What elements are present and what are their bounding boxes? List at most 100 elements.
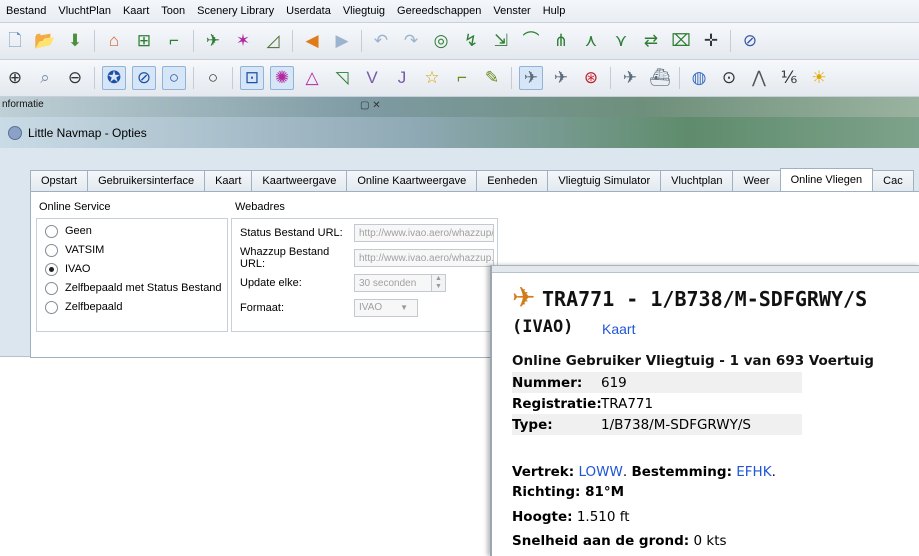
open-file-icon[interactable]: 📂 [33, 29, 57, 53]
flight-route-icon[interactable]: ↯ [459, 29, 483, 53]
search-globe-icon[interactable]: ◎ [429, 29, 453, 53]
mountain-icon[interactable]: ⋀ [747, 66, 771, 90]
compass-icon[interactable]: ⊛ [579, 66, 603, 90]
globe-icon[interactable]: ◍ [687, 66, 711, 90]
crosshair-icon[interactable]: ✛ [699, 29, 723, 53]
airport-soft-icon[interactable]: ⊘ [132, 66, 156, 90]
tab-online-vliegen[interactable]: Online Vliegen [779, 168, 874, 191]
options-dialog-title: Little Navmap - Opties [28, 126, 147, 140]
victor-airway-icon[interactable]: V [360, 66, 384, 90]
route-icon[interactable]: ⌐ [162, 29, 186, 53]
format-combobox[interactable]: IVAO ▼ [354, 299, 418, 317]
tab-weer[interactable]: Weer [732, 170, 781, 191]
radio-zelfbepaald-status[interactable]: Zelfbepaald met Status Bestand [45, 280, 222, 296]
airport-icon[interactable]: ✈ [201, 29, 225, 53]
whazzup-url-input[interactable]: http://www.ivao.aero/whazzup.txt [354, 249, 494, 267]
ndb-icon[interactable]: ✺ [270, 66, 294, 90]
tab-vliegtuig-simulator[interactable]: Vliegtuig Simulator [547, 170, 662, 191]
scale-icon[interactable]: ⅙ [777, 66, 801, 90]
route-calc-icon[interactable]: ⋔ [549, 29, 573, 53]
waypoint-icon[interactable]: △ [300, 66, 324, 90]
center-icon[interactable]: ⊙ [717, 66, 741, 90]
route-clear-icon[interactable]: ⌧ [669, 29, 693, 53]
radio-zelfbepaald[interactable]: Zelfbepaald [45, 299, 123, 315]
aircraft-network: (IVAO) [512, 317, 574, 337]
save-icon[interactable]: ⬇ [63, 29, 87, 53]
zoom-out-icon[interactable]: ⊖ [63, 66, 87, 90]
tab-eenheden[interactable]: Eenheden [476, 170, 549, 191]
route-leg-icon[interactable]: ⌒ [519, 29, 543, 53]
new-file-icon[interactable]: 🗋 [3, 29, 27, 53]
map-link[interactable]: Kaart [602, 321, 635, 337]
radio-button-selected[interactable] [45, 262, 58, 276]
radio-ivao[interactable]: IVAO [45, 261, 90, 277]
route-reverse-icon[interactable]: ⇄ [639, 29, 663, 53]
zoom-in-icon[interactable]: ⊕ [3, 66, 27, 90]
ai-aircraft-icon[interactable]: ✈ [618, 66, 642, 90]
airport-empty-icon[interactable]: ○ [162, 66, 186, 90]
airport-addon-icon[interactable]: ○ [201, 66, 225, 90]
jet-airway-icon[interactable]: J [390, 66, 414, 90]
route-edit-icon[interactable]: ⇲ [489, 29, 513, 53]
update-interval-spinbox[interactable]: 30 seconden [354, 274, 432, 292]
tab-online-kaartweergave[interactable]: Online Kaartweergave [346, 170, 478, 191]
back-icon[interactable]: ◀ [300, 29, 324, 53]
menu-vluchtplan[interactable]: VluchtPlan [52, 5, 117, 17]
aircraft-info-popup: ✈ TRA771 - 1/B738/M-SDFGRWY/S (IVAO) Kaa… [490, 265, 919, 556]
home-icon[interactable]: ⌂ [102, 29, 126, 53]
sun-icon[interactable]: ☀ [807, 66, 831, 90]
forward-icon[interactable]: ▶ [330, 29, 354, 53]
ils-icon[interactable]: ◹ [330, 66, 354, 90]
menu-bestand[interactable]: Bestand [0, 5, 52, 17]
aircraft-title: TRA771 - 1/B738/M-SDFGRWY/S [542, 287, 868, 311]
flightplan-icon[interactable]: ⌐ [450, 66, 474, 90]
heading-label: Richting: [512, 483, 581, 500]
zoom-search-icon[interactable]: ⌕ [33, 66, 57, 90]
radio-geen[interactable]: Geen [45, 223, 92, 239]
menu-venster[interactable]: Venster [487, 5, 536, 17]
menu-userdata[interactable]: Userdata [280, 5, 337, 17]
pencil-icon[interactable]: ✎ [480, 66, 504, 90]
heading-value: 81°M [585, 483, 625, 500]
tab-kaart[interactable]: Kaart [204, 170, 253, 191]
route-low-icon[interactable]: ⋎ [609, 29, 633, 53]
spin-arrows-icon[interactable]: ▲ ▼ [432, 274, 446, 292]
vor-icon[interactable]: ⊡ [240, 66, 264, 90]
menu-hulp[interactable]: Hulp [537, 5, 572, 17]
tab-cache[interactable]: Cac [872, 170, 914, 191]
radio-button[interactable] [45, 300, 58, 314]
no-route-icon[interactable]: ⊘ [738, 29, 762, 53]
radio-vatsim[interactable]: VATSIM [45, 242, 104, 258]
menu-gereedschappen[interactable]: Gereedschappen [391, 5, 487, 17]
menu-scenery-library[interactable]: Scenery Library [191, 5, 280, 17]
tab-kaartweergave[interactable]: Kaartweergave [251, 170, 348, 191]
radio-button[interactable] [45, 243, 58, 257]
favorite-star-icon[interactable]: ☆ [420, 66, 444, 90]
status-url-input[interactable]: http://www.ivao.aero/whazzup/status.txt [354, 224, 494, 242]
altitude-value: 1.510 ft [576, 508, 630, 525]
destination-link[interactable]: EFHK [736, 464, 771, 480]
redo-icon[interactable]: ↷ [399, 29, 423, 53]
add-waypoint-icon[interactable]: ⊞ [132, 29, 156, 53]
tab-vluchtplan[interactable]: Vluchtplan [660, 170, 734, 191]
dock-window-buttons[interactable]: ▢ ✕ [360, 100, 381, 111]
toolbar-separator [94, 30, 95, 52]
departure-link[interactable]: LOWW [578, 464, 622, 480]
magic-wand-icon[interactable]: ✶ [231, 29, 255, 53]
tab-opstart[interactable]: Opstart [30, 170, 89, 191]
popup-tabbar-fragment [492, 266, 919, 273]
radio-button[interactable] [45, 281, 58, 295]
menu-toon[interactable]: Toon [155, 5, 191, 17]
airport-hard-icon[interactable]: ✪ [102, 66, 126, 90]
menu-vliegtuig[interactable]: Vliegtuig [337, 5, 391, 17]
aircraft-trail-icon[interactable]: ✈ [549, 66, 573, 90]
radio-button[interactable] [45, 224, 58, 238]
aircraft-icon[interactable]: ✈ [519, 66, 543, 90]
terrain-icon[interactable]: ◿ [261, 29, 285, 53]
undo-icon[interactable]: ↶ [369, 29, 393, 53]
ai-ship-icon[interactable]: ⛴ [648, 66, 672, 90]
tab-gebruikersinterface[interactable]: Gebruikersinterface [87, 170, 206, 191]
menu-kaart[interactable]: Kaart [117, 5, 155, 17]
route-high-icon[interactable]: ⋏ [579, 29, 603, 53]
status-url-row: Status Bestand URL: http://www.ivao.aero… [240, 223, 494, 243]
